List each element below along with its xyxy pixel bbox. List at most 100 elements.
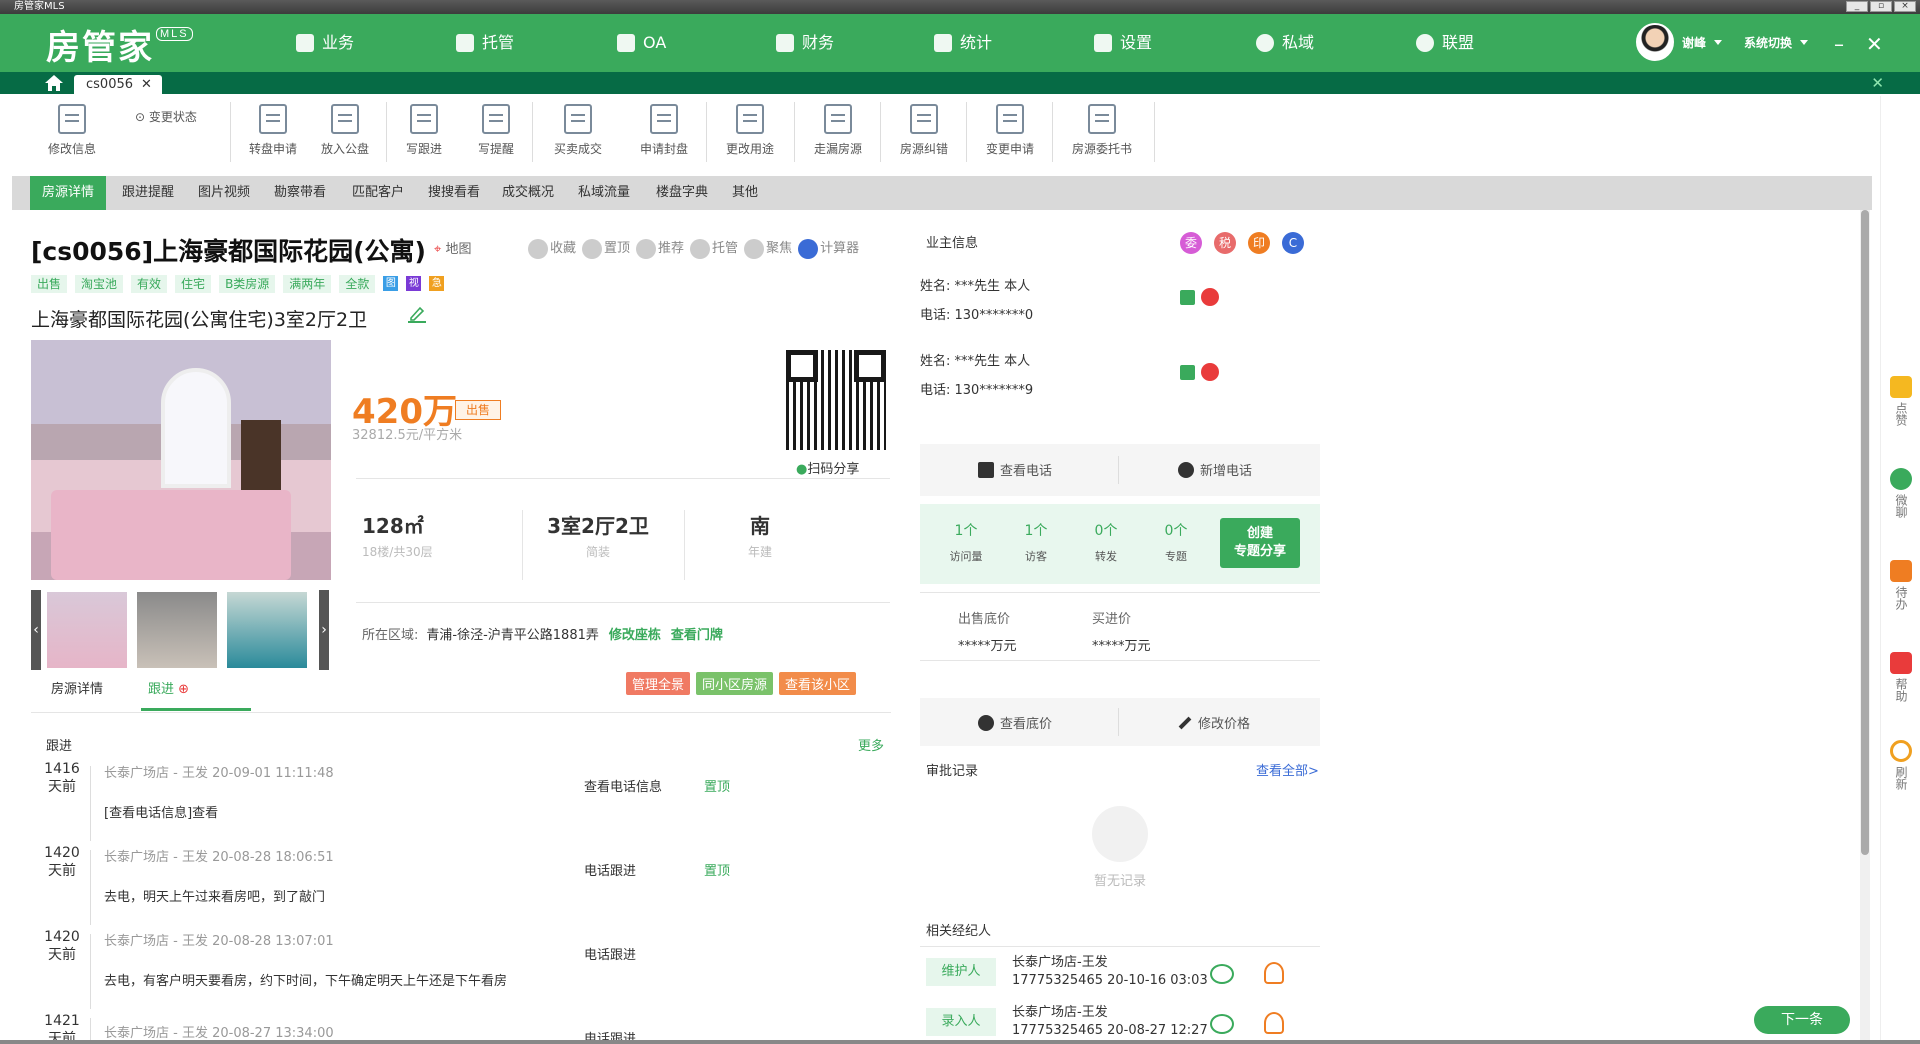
thumbnail[interactable] [47, 592, 127, 668]
change-apply-button[interactable]: 变更申请 [974, 96, 1046, 157]
nav-item-alliance[interactable]: 联盟 [1416, 14, 1474, 72]
leak-listing-button[interactable]: 走漏房源 [802, 96, 874, 157]
subtab-other[interactable]: 其他 [720, 176, 770, 210]
view-floor-price-button[interactable]: 查看底价 [978, 713, 1052, 732]
scrollbar-thumb[interactable] [1861, 210, 1869, 855]
focus-button[interactable]: 聚焦 [744, 237, 792, 259]
apply-seal-button[interactable]: 申请封盘 [628, 96, 700, 157]
tab-followup[interactable]: 跟进 ⊕ [148, 678, 189, 697]
swap-icon[interactable] [1180, 364, 1195, 380]
manage-panorama-button[interactable]: 管理全景 [626, 672, 691, 695]
thumbnail[interactable] [227, 592, 307, 668]
close-tab-icon[interactable]: ✕ [141, 77, 152, 92]
subtab-building-dict[interactable]: 楼盘字典 [644, 176, 720, 210]
window-close-button[interactable]: × [1894, 1, 1916, 12]
commission-doc-button[interactable]: 房源委托书 [1060, 96, 1144, 157]
chat-icon[interactable] [1210, 1014, 1234, 1034]
tax-icon[interactable]: 税 [1214, 232, 1236, 254]
nav-item-private[interactable]: 私域 [1256, 14, 1314, 72]
favorite-button[interactable]: 收藏 [528, 237, 576, 259]
minimize-icon[interactable]: – [1834, 32, 1844, 56]
listing-tags: 出售 淘宝池 有效 住宅 B类房源 满两年 全款 图 视 急 [31, 275, 445, 293]
close-icon[interactable]: ✕ [1866, 32, 1883, 56]
system-switch[interactable]: 系统切换 [1744, 34, 1792, 51]
pin-top-button[interactable]: 置顶 [582, 237, 630, 259]
calculator-button[interactable]: 计算器 [798, 237, 859, 259]
commission-icon[interactable]: 委 [1180, 232, 1202, 254]
view-door-link[interactable]: 查看门牌 [671, 628, 723, 643]
write-followup-button[interactable]: 写跟进 [394, 96, 454, 157]
timeline-line [90, 766, 91, 841]
nav-item-settings[interactable]: 设置 [1094, 14, 1152, 72]
qr-share[interactable]: ●扫码分享 [796, 458, 859, 477]
subtab-media[interactable]: 图片视频 [186, 176, 262, 210]
swap-icon[interactable] [1180, 289, 1195, 305]
edit-price-button[interactable]: 修改价格 [1178, 713, 1250, 732]
change-usage-button[interactable]: 更改用途 [714, 96, 786, 157]
chevron-left-icon[interactable]: ‹ [31, 590, 41, 670]
subtab-search[interactable]: 搜搜看看 [416, 176, 492, 210]
nav-item-business[interactable]: 业务 [296, 14, 354, 72]
wechat-button[interactable]: 微聊 [1885, 468, 1917, 521]
refresh-button[interactable]: 刷新 [1885, 740, 1917, 793]
subtab-followup-reminder[interactable]: 跟进提醒 [110, 176, 186, 210]
public-pool-button[interactable]: 放入公盘 [312, 96, 378, 157]
view-phone-button[interactable]: 查看电话 [978, 460, 1052, 479]
chevron-right-icon[interactable]: › [319, 590, 329, 670]
main-photo[interactable] [31, 340, 331, 580]
nav-item-custody[interactable]: 托管 [456, 14, 514, 72]
map-link[interactable]: ⌖ 地图 [434, 238, 471, 257]
refresh-icon[interactable]: C [1282, 232, 1304, 254]
deal-button[interactable]: 买卖成交 [542, 96, 614, 157]
create-topic-share-button[interactable]: 创建 专题分享 [1220, 518, 1300, 568]
nav-item-oa[interactable]: OA [617, 14, 666, 72]
add-circle-icon[interactable]: ⊕ [178, 682, 189, 697]
listing-correction-button[interactable]: 房源纠错 [888, 96, 960, 157]
home-icon[interactable] [44, 74, 64, 92]
pin-top-link[interactable]: 置顶 [704, 860, 730, 879]
subtab-deals[interactable]: 成交概况 [490, 176, 566, 210]
same-complex-button[interactable]: 同小区房源 [696, 672, 774, 695]
view-all-link[interactable]: 查看全部> [1256, 760, 1319, 779]
subtab-survey[interactable]: 勘察带看 [262, 176, 338, 210]
person-icon[interactable] [1264, 1012, 1284, 1034]
subtab-listing-detail[interactable]: 房源详情 [30, 176, 107, 210]
print-icon[interactable]: 印 [1248, 232, 1270, 254]
edit-pencil-icon[interactable] [408, 305, 426, 323]
chat-icon[interactable] [1210, 964, 1234, 984]
change-state-button[interactable]: ⊙ 变更状态 [135, 108, 197, 125]
subtab-private-traffic[interactable]: 私域流量 [566, 176, 642, 210]
avatar[interactable] [1636, 23, 1674, 61]
window-minimize-button[interactable]: _ [1846, 1, 1868, 12]
todo-button[interactable]: 待办 [1885, 560, 1917, 613]
pin-top-link[interactable]: 置顶 [704, 776, 730, 795]
person-icon[interactable] [1264, 962, 1284, 984]
custody-button[interactable]: 托管 [690, 237, 738, 259]
edit-info-button[interactable]: 修改信息 [42, 96, 102, 157]
sale-badge: 出售 [455, 400, 502, 420]
tab-cs0056[interactable]: cs0056 ✕ [74, 75, 162, 94]
thumbnail[interactable] [137, 592, 217, 668]
divider [356, 478, 890, 479]
add-phone-button[interactable]: 新增电话 [1178, 460, 1252, 479]
phone-icon[interactable] [1201, 288, 1219, 306]
close-all-tabs-icon[interactable]: ✕ [1871, 74, 1884, 92]
scrollbar[interactable] [1860, 210, 1870, 1040]
nav-item-stats[interactable]: 统计 [934, 14, 992, 72]
transfer-apply-button[interactable]: 转盘申请 [240, 96, 306, 157]
tab-listing-detail[interactable]: 房源详情 [51, 678, 103, 697]
view-complex-button[interactable]: 查看该小区 [779, 672, 857, 695]
qr-code-icon[interactable] [786, 350, 886, 450]
window-restore-button[interactable]: ▫ [1870, 1, 1892, 12]
user-menu[interactable]: 谢峰 系统切换 [1636, 23, 1809, 61]
write-reminder-button[interactable]: 写提醒 [466, 96, 526, 157]
phone-icon[interactable] [1201, 363, 1219, 381]
like-button[interactable]: 点赞 [1885, 376, 1917, 429]
nav-item-finance[interactable]: 财务 [776, 14, 834, 72]
subtab-match-customer[interactable]: 匹配客户 [340, 176, 416, 210]
edit-building-link[interactable]: 修改座栋 [609, 628, 661, 643]
next-item-button[interactable]: 下一条 [1754, 1006, 1850, 1034]
recommend-button[interactable]: 推荐 [636, 237, 684, 259]
help-button[interactable]: 帮助 [1885, 652, 1917, 705]
more-link[interactable]: 更多 [858, 735, 884, 754]
